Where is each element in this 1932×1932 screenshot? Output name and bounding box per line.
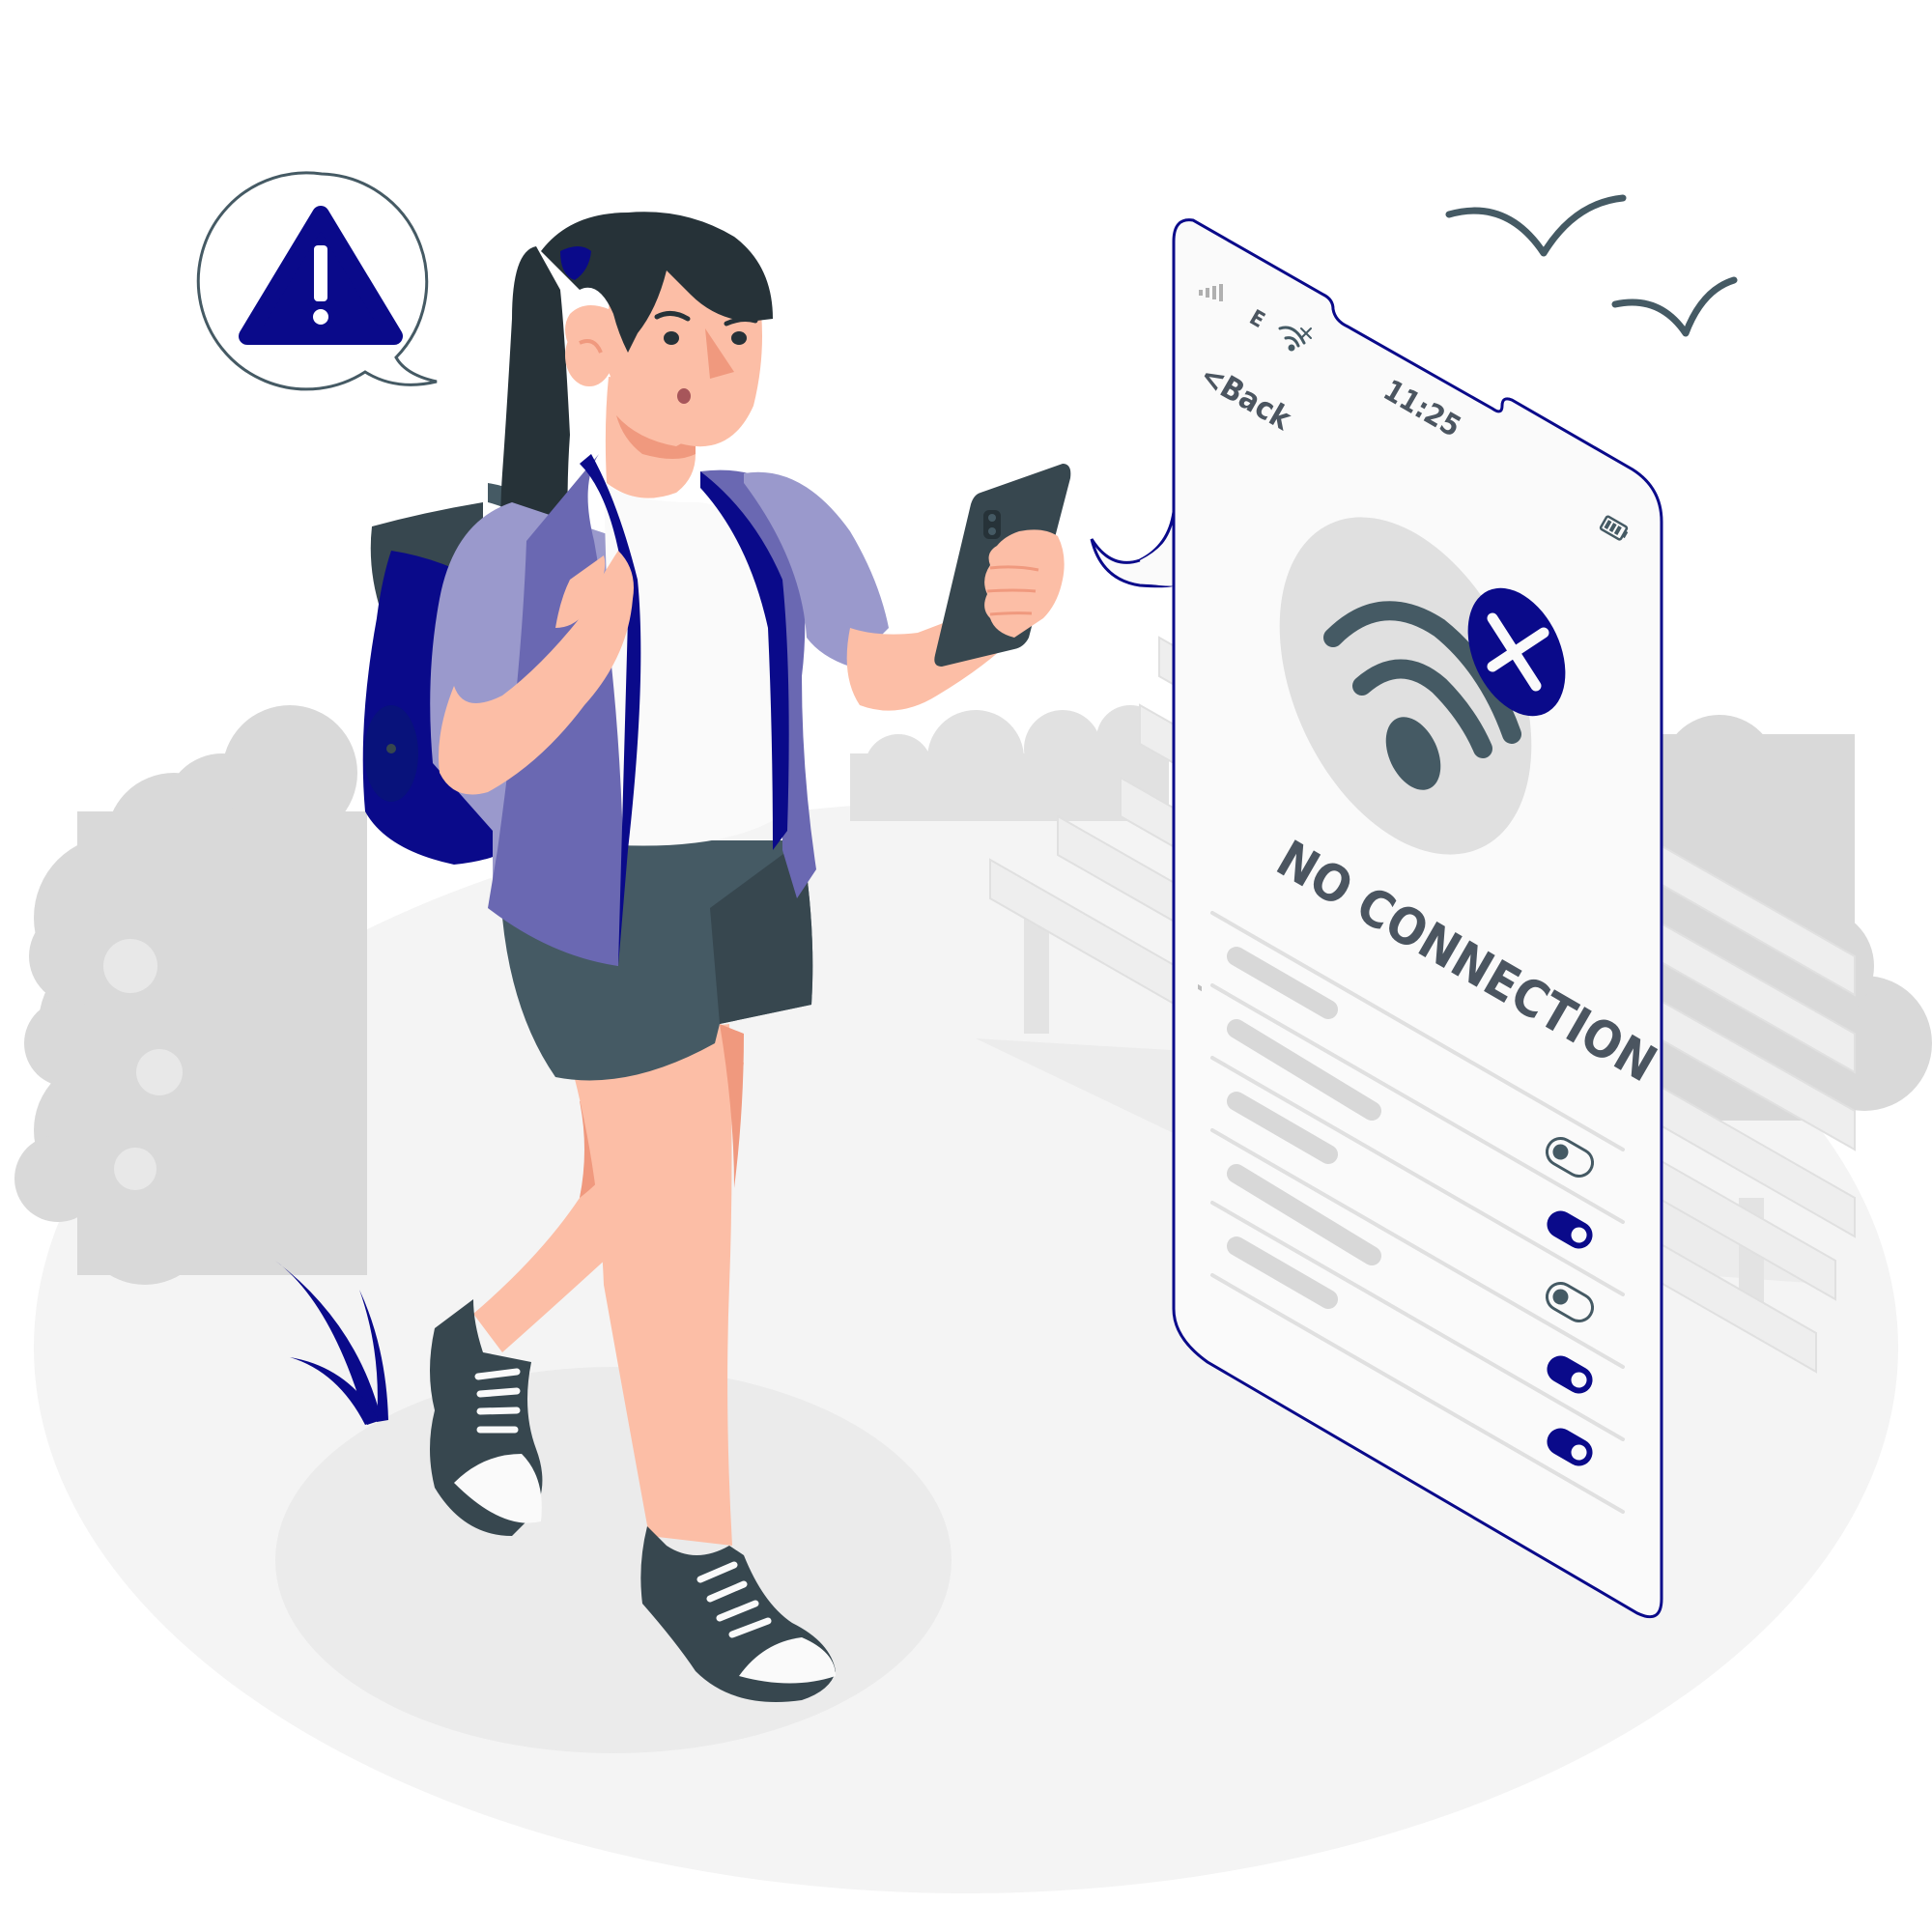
ground-shadow: [275, 1367, 952, 1753]
no-connection-illustration: E <Back 11:25 NO CONNECTION: [14, 171, 1932, 1893]
warning-speech-bubble: [196, 171, 438, 391]
left-bush: [14, 705, 367, 1285]
birds: [1445, 194, 1738, 337]
mouth: [677, 388, 691, 404]
